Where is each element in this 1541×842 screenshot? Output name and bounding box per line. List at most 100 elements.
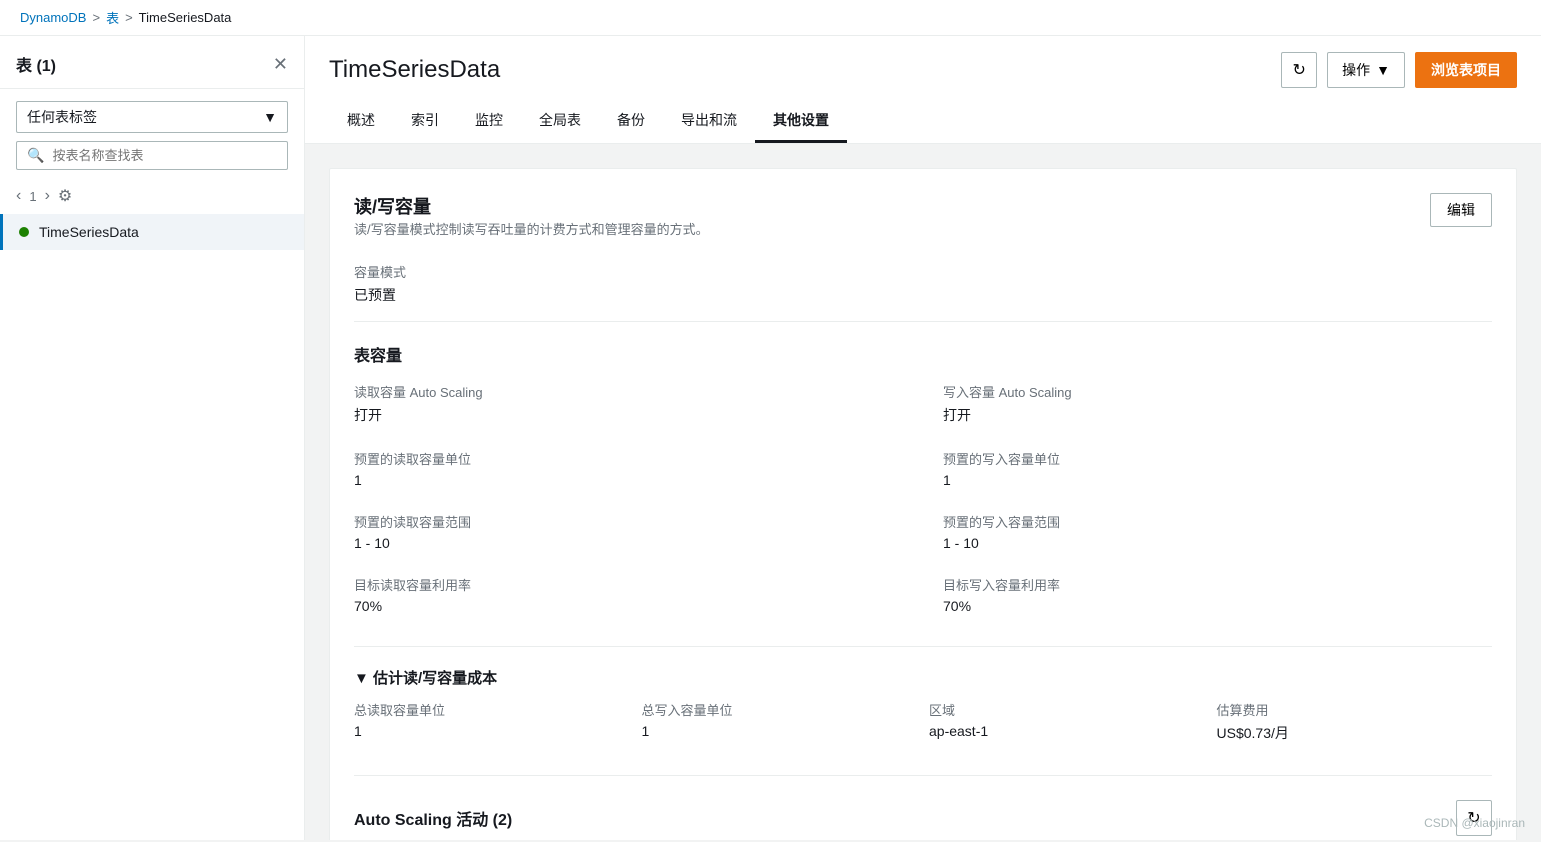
write-util-value: 70% (943, 598, 1492, 614)
provisioned-write-value: 1 (943, 472, 1492, 488)
capacity-mode-label: 容量模式 (354, 262, 1492, 281)
table-item[interactable]: TimeSeriesData (0, 214, 304, 250)
total-read-label: 总读取容量单位 (354, 700, 630, 719)
tag-select-dropdown[interactable]: 任何表标签 ▼ (16, 101, 288, 133)
divider-1 (354, 321, 1492, 322)
breadcrumb-tables[interactable]: 表 (106, 8, 119, 27)
write-auto-scaling-label: 写入容量 Auto Scaling (943, 382, 1492, 401)
tab-settings[interactable]: 其他设置 (755, 100, 847, 143)
estimate-section: ▼ 估计读/写容量成本 总读取容量单位 1 总写入容量单位 1 区域 (354, 667, 1492, 759)
breadcrumb-current: TimeSeriesData (139, 10, 232, 25)
main-content: TimeSeriesData ↻ 操作 ▼ 浏览表项目 概述 索引 监控 全局表… (305, 36, 1541, 840)
region-value: ap-east-1 (929, 723, 1205, 739)
breadcrumb-dynamodb[interactable]: DynamoDB (20, 10, 86, 25)
read-write-title: 读/写容量 (354, 193, 709, 219)
sidebar-controls: 任何表标签 ▼ 🔍 (0, 89, 304, 182)
total-read-group: 总读取容量单位 1 (354, 700, 630, 743)
pagination-next-button[interactable]: › (45, 187, 50, 205)
tabs: 概述 索引 监控 全局表 备份 导出和流 其他设置 (329, 100, 1517, 143)
autoscaling-title: Auto Scaling 活动 (2) (354, 806, 512, 830)
auto-scaling-row: 读取容量 Auto Scaling 打开 写入容量 Auto Scaling 打… (354, 382, 1492, 441)
cost-label: 估算费用 (1217, 700, 1493, 719)
refresh-button[interactable]: ↻ (1281, 52, 1317, 88)
divider-3 (354, 775, 1492, 776)
tag-select-label: 任何表标签 (27, 107, 97, 127)
sidebar: 表 (1) ✕ 任何表标签 ▼ 🔍 ‹ 1 › ⚙ TimeSeriesData (0, 36, 305, 840)
chevron-down-icon: ▼ (263, 109, 277, 125)
browse-items-button[interactable]: 浏览表项目 (1415, 52, 1517, 88)
tab-overview[interactable]: 概述 (329, 100, 393, 143)
sidebar-close-button[interactable]: ✕ (273, 54, 288, 75)
write-auto-scaling-group: 写入容量 Auto Scaling 打开 (943, 382, 1492, 425)
total-write-label: 总写入容量单位 (642, 700, 918, 719)
read-write-card: 读/写容量 读/写容量模式控制读写吞吐量的计费方式和管理容量的方式。 编辑 容量… (329, 168, 1517, 840)
total-read-value: 1 (354, 723, 630, 739)
pagination-number: 1 (29, 189, 36, 204)
tab-index[interactable]: 索引 (393, 100, 457, 143)
edit-button[interactable]: 编辑 (1430, 193, 1492, 227)
divider-2 (354, 646, 1492, 647)
autoscaling-section: Auto Scaling 活动 (2) ↻ 最近的 Auto Scaling 事… (354, 800, 1492, 840)
page-title: TimeSeriesData (329, 56, 500, 84)
header-actions: ↻ 操作 ▼ 浏览表项目 (1281, 52, 1517, 88)
content-area: 读/写容量 读/写容量模式控制读写吞吐量的计费方式和管理容量的方式。 编辑 容量… (305, 144, 1541, 840)
provisioned-write-group: 预置的写入容量单位 1 (943, 449, 1492, 488)
write-range-value: 1 - 10 (943, 535, 1492, 551)
tab-global[interactable]: 全局表 (521, 100, 599, 143)
table-capacity-title: 表容量 (354, 342, 1492, 366)
provisioned-read-label: 预置的读取容量单位 (354, 449, 903, 468)
read-write-header: 读/写容量 读/写容量模式控制读写吞吐量的计费方式和管理容量的方式。 编辑 (354, 193, 1492, 258)
read-range-label: 预置的读取容量范围 (354, 512, 903, 531)
read-range-value: 1 - 10 (354, 535, 903, 551)
utilization-row: 目标读取容量利用率 70% 目标写入容量利用率 70% (354, 575, 1492, 630)
watermark: CSDN @xiaojinran (1424, 816, 1525, 830)
estimate-toggle[interactable]: ▼ 估计读/写容量成本 (354, 667, 1492, 688)
main-header: TimeSeriesData ↻ 操作 ▼ 浏览表项目 概述 索引 监控 全局表… (305, 36, 1541, 144)
pagination-prev-button[interactable]: ‹ (16, 187, 21, 205)
cost-value: US$0.73/月 (1217, 723, 1493, 743)
read-range-group: 预置的读取容量范围 1 - 10 (354, 512, 903, 551)
write-auto-scaling-value: 打开 (943, 405, 1492, 425)
cost-group: 估算费用 US$0.73/月 (1217, 700, 1493, 743)
capacity-mode-group: 容量模式 已预置 (354, 262, 1492, 305)
read-util-value: 70% (354, 598, 903, 614)
provisioned-read-group: 预置的读取容量单位 1 (354, 449, 903, 488)
breadcrumb-sep1: > (92, 10, 100, 25)
provisioned-capacity-row: 预置的读取容量单位 1 预置的写入容量单位 1 (354, 449, 1492, 504)
tab-export[interactable]: 导出和流 (663, 100, 755, 143)
provisioned-read-value: 1 (354, 472, 903, 488)
sidebar-header: 表 (1) ✕ (0, 36, 304, 89)
read-auto-scaling-label: 读取容量 Auto Scaling (354, 382, 903, 401)
actions-label: 操作 (1342, 60, 1370, 80)
write-range-group: 预置的写入容量范围 1 - 10 (943, 512, 1492, 551)
read-auto-scaling-value: 打开 (354, 405, 903, 425)
tab-backup[interactable]: 备份 (599, 100, 663, 143)
write-util-group: 目标写入容量利用率 70% (943, 575, 1492, 614)
read-auto-scaling-group: 读取容量 Auto Scaling 打开 (354, 382, 903, 425)
read-write-title-group: 读/写容量 读/写容量模式控制读写吞吐量的计费方式和管理容量的方式。 (354, 193, 709, 258)
region-label: 区域 (929, 700, 1205, 719)
capacity-mode-value: 已预置 (354, 285, 1492, 305)
actions-chevron-icon: ▼ (1376, 62, 1390, 78)
breadcrumb: DynamoDB > 表 > TimeSeriesData (0, 0, 1541, 36)
estimate-title: ▼ 估计读/写容量成本 (354, 667, 497, 688)
search-input[interactable] (52, 148, 277, 163)
total-write-value: 1 (642, 723, 918, 739)
table-status-dot (19, 227, 29, 237)
actions-button[interactable]: 操作 ▼ (1327, 52, 1405, 88)
read-util-group: 目标读取容量利用率 70% (354, 575, 903, 614)
settings-icon-button[interactable]: ⚙ (58, 186, 72, 206)
search-icon: 🔍 (27, 147, 44, 164)
write-range-label: 预置的写入容量范围 (943, 512, 1492, 531)
table-item-name: TimeSeriesData (39, 224, 139, 240)
sidebar-title: 表 (1) (16, 52, 56, 76)
main-title-row: TimeSeriesData ↻ 操作 ▼ 浏览表项目 (329, 52, 1517, 100)
provisioned-write-label: 预置的写入容量单位 (943, 449, 1492, 468)
sidebar-pagination: ‹ 1 › ⚙ (0, 182, 304, 214)
region-group: 区域 ap-east-1 (929, 700, 1205, 743)
capacity-range-row: 预置的读取容量范围 1 - 10 预置的写入容量范围 1 - 10 (354, 512, 1492, 567)
table-list: TimeSeriesData (0, 214, 304, 840)
read-util-label: 目标读取容量利用率 (354, 575, 903, 594)
write-util-label: 目标写入容量利用率 (943, 575, 1492, 594)
tab-monitor[interactable]: 监控 (457, 100, 521, 143)
